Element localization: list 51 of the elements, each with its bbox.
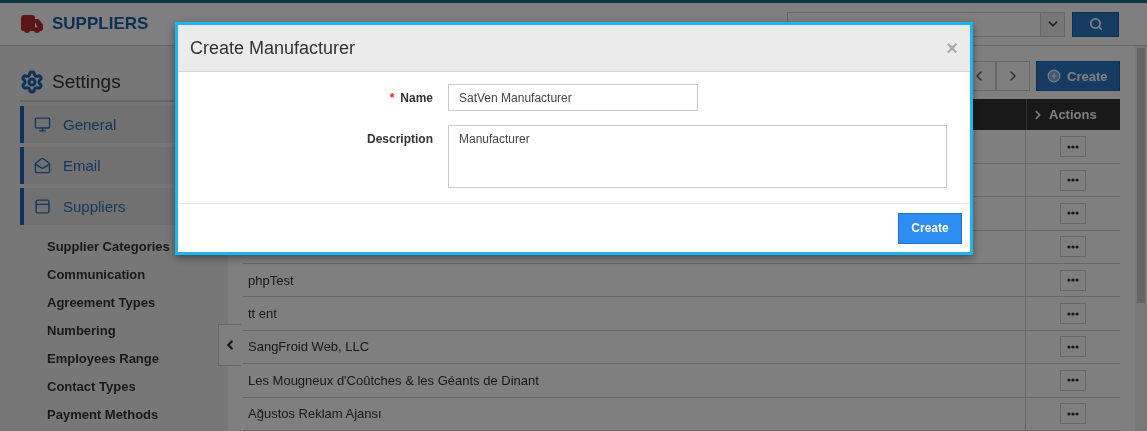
column-header: Actions [1049,107,1097,123]
window-icon [34,198,51,215]
submenu-link[interactable]: Communication [47,267,146,282]
more-button[interactable] [1060,369,1086,391]
ellipsis-icon [1067,144,1079,149]
truck-icon [20,12,44,36]
ellipsis-icon [1067,311,1079,316]
table-cell: Les Mougneux d'Coûtches & les Géants de Dinant [248,372,539,388]
monitor-icon [34,116,51,133]
table-cell: phpTest [248,272,294,288]
ellipsis-icon [1067,178,1079,182]
sidebar-title: Settings [52,71,121,93]
dialog-title: Create Manufacturer [190,37,356,59]
ellipsis-icon [1067,244,1079,249]
plus-icon [1047,69,1061,83]
required-marker: * [389,91,395,105]
search-icon [1088,17,1103,31]
table-cell: Ağustos Reklam Ajansı [248,406,382,422]
ellipsis-icon [1067,278,1079,283]
more-button[interactable] [1060,303,1086,325]
submenu-link[interactable]: Payment Methods [47,407,159,422]
search-button[interactable] [1072,11,1119,37]
ellipsis-icon [1067,378,1079,383]
more-button[interactable] [1060,202,1086,224]
ellipsis-icon [1067,411,1079,416]
submenu-link[interactable]: Contact Types [47,379,136,394]
ellipsis-icon [1067,344,1079,349]
more-button[interactable] [1060,403,1086,425]
create-button[interactable]: Create [1036,61,1120,91]
app-title: SUPPLIERS [52,14,149,34]
create-button[interactable]: Create [898,212,962,244]
more-button[interactable] [1060,169,1086,191]
table-cell: SangFroid Web, LLC [248,339,370,355]
more-button[interactable] [1060,336,1086,358]
gear-icon [20,70,44,94]
submenu-link[interactable]: Supplier Categories [47,239,170,254]
description-field[interactable]: Manufacturer [448,125,947,188]
name-field[interactable]: SatVen Manufacturer [448,84,698,111]
table-cell: tt ent [248,306,277,322]
field-label: Name [400,91,433,105]
scrollbar[interactable] [1135,46,1147,431]
envelope-icon [34,157,51,174]
ellipsis-icon [1067,211,1079,216]
more-button[interactable] [1060,236,1086,258]
submenu-link[interactable]: Numbering [47,323,116,338]
submenu-link[interactable]: Agreement Types [47,295,156,310]
submenu-link[interactable]: Employees Range [47,351,159,366]
more-button[interactable] [1060,269,1086,291]
more-button[interactable] [1060,136,1086,158]
field-label: Description [367,132,433,146]
collapse-tab[interactable] [218,324,241,366]
